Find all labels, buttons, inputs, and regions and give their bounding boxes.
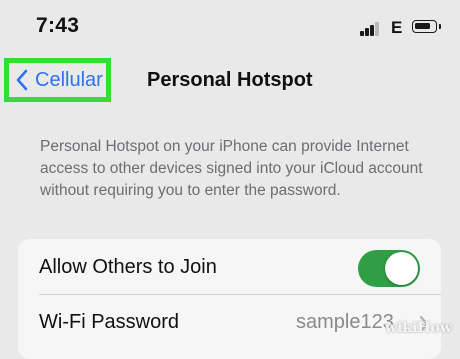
allow-others-toggle[interactable] (358, 250, 420, 287)
network-type: E (391, 18, 403, 37)
back-button-label: Cellular (35, 68, 103, 91)
wifi-password-value: sample123 (296, 311, 394, 333)
signal-icon (360, 22, 382, 36)
battery-cap (439, 24, 441, 29)
status-time: 7:43 (36, 14, 80, 37)
watermark: wikiHow (385, 320, 453, 336)
page-title: Personal Hotspot (147, 69, 313, 91)
wifi-password-row[interactable]: Wi-Fi Password sample123 (18, 295, 441, 350)
chevron-left-icon (16, 69, 28, 91)
navigation-bar: Cellular Personal Hotspot (0, 52, 460, 110)
wifi-password-label: Wi-Fi Password (39, 311, 180, 333)
hotspot-description: Personal Hotspot on your iPhone can prov… (40, 138, 423, 199)
settings-group: Allow Others to Join Wi-Fi Password samp… (18, 239, 441, 359)
status-bar: 7:43 E (0, 0, 460, 52)
allow-others-label: Allow Others to Join (39, 256, 217, 278)
allow-others-row[interactable]: Allow Others to Join (18, 239, 441, 295)
toggle-knob (385, 252, 418, 285)
battery-icon (412, 20, 437, 33)
back-button[interactable]: Cellular (4, 58, 111, 102)
